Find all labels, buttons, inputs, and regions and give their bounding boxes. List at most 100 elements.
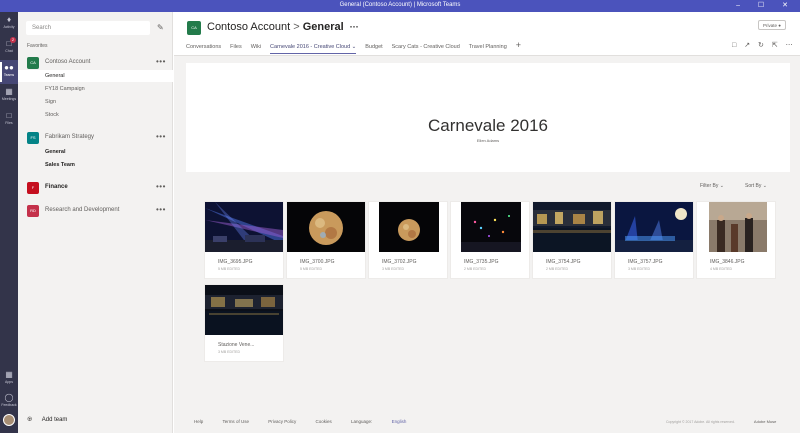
copyright-text: Copyright © 2017 Adobe. All rights reser… bbox=[666, 420, 735, 424]
team-fabrikam-strategy[interactable]: FS Fabrikam Strategy ••• bbox=[18, 131, 173, 145]
gallery-item[interactable]: Stazione Vene... 3 MB EDITED bbox=[204, 284, 284, 362]
channel-sales-team[interactable]: Sales Team bbox=[18, 159, 173, 171]
bell-icon: ♦ bbox=[6, 15, 12, 24]
tab-wiki[interactable]: Wiki bbox=[251, 42, 261, 54]
footer-link-privacy[interactable]: Privacy Policy bbox=[268, 419, 296, 424]
rail-item-chat[interactable]: □ Chat 2 bbox=[0, 36, 18, 60]
photo-name: IMG_3695.JPG bbox=[218, 259, 253, 265]
photo-name: IMG_3702.JPG bbox=[382, 259, 417, 265]
filter-by-dropdown[interactable]: Filter By ⌄ bbox=[700, 183, 724, 189]
gallery-item[interactable]: IMG_3846.JPG 4 MB EDITED bbox=[696, 201, 776, 279]
team-name: Fabrikam Strategy bbox=[45, 134, 95, 140]
team-contoso-account[interactable]: CA Contoso Account ••• bbox=[18, 56, 173, 70]
search-input[interactable]: Search bbox=[26, 21, 150, 35]
more-options-icon[interactable]: ••• bbox=[156, 132, 166, 141]
photo-thumbnail bbox=[533, 202, 611, 252]
avatar[interactable] bbox=[3, 414, 15, 426]
teams-sidebar: Search ✎ Favorites CA Contoso Account ••… bbox=[18, 12, 173, 433]
calendar-icon: ▦ bbox=[5, 87, 13, 96]
photo-meta: 2 MB EDITED bbox=[464, 267, 486, 271]
gallery-item[interactable]: IMG_3757.JPG 3 MB EDITED bbox=[614, 201, 694, 279]
gallery-item[interactable]: IMG_3702.JPG 3 MB EDITED bbox=[368, 201, 448, 279]
photo-name: Stazione Vene... bbox=[218, 342, 255, 348]
refresh-icon[interactable]: ↻ bbox=[758, 42, 764, 49]
footer-copyright: Copyright © 2017 Adobe. All rights reser… bbox=[666, 419, 776, 424]
more-options-icon[interactable]: ••• bbox=[156, 182, 166, 191]
gallery-item[interactable]: IMG_3695.JPG 5 MB EDITED bbox=[204, 201, 284, 279]
more-icon[interactable]: ⋯ bbox=[786, 42, 793, 49]
channel-sign[interactable]: Sign bbox=[18, 96, 173, 108]
team-tile: RD bbox=[27, 205, 39, 217]
window-controls[interactable]: – ☐ ✕ bbox=[736, 1, 796, 9]
more-options-icon[interactable]: ••• bbox=[156, 205, 166, 214]
photo-meta: 3 MB EDITED bbox=[382, 267, 404, 271]
conversation-icon[interactable]: □ bbox=[732, 42, 736, 49]
rail-item-apps[interactable]: ▦ Apps bbox=[0, 367, 18, 391]
team-research-and-development[interactable]: RD Research and Development ••• bbox=[18, 204, 173, 218]
header-actions: □ ↗ ↻ ⇱ ⋯ bbox=[732, 41, 799, 49]
header-channel-name: General bbox=[302, 21, 344, 33]
photo-meta: 3 MB EDITED bbox=[628, 267, 650, 271]
tab-budget[interactable]: Budget bbox=[365, 42, 382, 54]
photo-name: IMG_3735.JPG bbox=[464, 259, 499, 265]
team-tile: FS bbox=[27, 132, 39, 144]
header-team-name[interactable]: Contoso Account bbox=[207, 21, 290, 33]
photo-name: IMG_3700.JPG bbox=[300, 259, 335, 265]
photo-meta: 5 MB EDITED bbox=[218, 267, 240, 271]
footer-link-help[interactable]: Help bbox=[194, 419, 203, 424]
tab-scary-cats[interactable]: Scary Cats - Creative Cloud bbox=[392, 42, 460, 54]
photo-thumbnail bbox=[697, 202, 775, 252]
rail-item-teams[interactable]: ●● Teams bbox=[0, 60, 18, 84]
gallery-item[interactable]: IMG_3700.JPG 5 MB EDITED bbox=[286, 201, 366, 279]
team-name: Contoso Account bbox=[45, 59, 91, 65]
expand-icon[interactable]: ↗ bbox=[744, 42, 750, 49]
add-team-icon: ♼ bbox=[27, 417, 33, 423]
footer-link-cookies[interactable]: Cookies bbox=[316, 419, 332, 424]
add-tab-button[interactable]: + bbox=[516, 41, 521, 53]
main-content: CA Contoso Account > General ··· Private… bbox=[174, 12, 800, 433]
channel-general[interactable]: General bbox=[18, 146, 173, 158]
rail-item-activity[interactable]: ♦ Activity bbox=[0, 12, 18, 36]
popout-icon[interactable]: ⇱ bbox=[772, 42, 778, 49]
team-tile: CA bbox=[187, 21, 201, 35]
tab-files[interactable]: Files bbox=[230, 42, 242, 54]
add-team-button[interactable]: ♼ Add team bbox=[27, 416, 67, 423]
tab-carnevale-2016[interactable]: Carnevale 2016 - Creative Cloud ⌄ bbox=[270, 42, 357, 54]
photo-thumbnail bbox=[369, 202, 447, 252]
channel-fy18-campaign[interactable]: FY18 Campaign bbox=[18, 83, 173, 95]
tab-conversations[interactable]: Conversations bbox=[186, 42, 221, 54]
add-team-label: Add team bbox=[41, 417, 68, 423]
chat-badge: 2 bbox=[10, 37, 16, 43]
feedback-icon: ◯ bbox=[4, 393, 14, 402]
rail-item-meetings[interactable]: ▦ Meetings bbox=[0, 84, 18, 108]
photo-name: IMG_3846.JPG bbox=[710, 259, 745, 265]
breadcrumb-separator: > bbox=[293, 21, 300, 33]
team-finance[interactable]: F Finance ••• bbox=[18, 181, 173, 195]
channel-more-icon[interactable]: ··· bbox=[350, 22, 359, 32]
channel-stock[interactable]: Stock bbox=[18, 109, 173, 121]
window-title: General (Contoso Account) | Microsoft Te… bbox=[339, 2, 461, 8]
team-tile: CA bbox=[27, 57, 39, 69]
gallery-item[interactable]: IMG_3754.JPG 2 MB EDITED bbox=[532, 201, 612, 279]
channel-general[interactable]: General bbox=[18, 70, 173, 82]
teams-icon: ●● bbox=[4, 63, 14, 72]
footer-links: Help Terms of Use Privacy Policy Cookies… bbox=[194, 419, 442, 424]
sort-by-dropdown[interactable]: Sort By ⌄ bbox=[745, 183, 767, 189]
team-tile: F bbox=[27, 182, 39, 194]
apps-icon: ▦ bbox=[5, 370, 13, 379]
photo-meta: 4 MB EDITED bbox=[710, 267, 732, 271]
team-name: Research and Development bbox=[45, 207, 120, 213]
rail-item-feedback[interactable]: ◯ Feedback bbox=[0, 390, 18, 414]
language-selector[interactable]: Language: English bbox=[351, 419, 424, 424]
gallery-item[interactable]: IMG_3735.JPG 2 MB EDITED bbox=[450, 201, 530, 279]
photo-name: IMG_3757.JPG bbox=[628, 259, 663, 265]
language-value: English bbox=[391, 419, 407, 424]
footer-link-terms[interactable]: Terms of Use bbox=[222, 419, 249, 424]
rail-item-files[interactable]: □ Files bbox=[0, 108, 18, 132]
compose-icon[interactable]: ✎ bbox=[157, 23, 164, 32]
private-badge: Private ● bbox=[758, 20, 786, 30]
photo-name: IMG_3754.JPG bbox=[546, 259, 581, 265]
tab-travel-planning[interactable]: Travel Planning bbox=[469, 42, 507, 54]
project-title: Carnevale 2016 bbox=[427, 116, 549, 135]
more-options-icon[interactable]: ••• bbox=[156, 57, 166, 66]
